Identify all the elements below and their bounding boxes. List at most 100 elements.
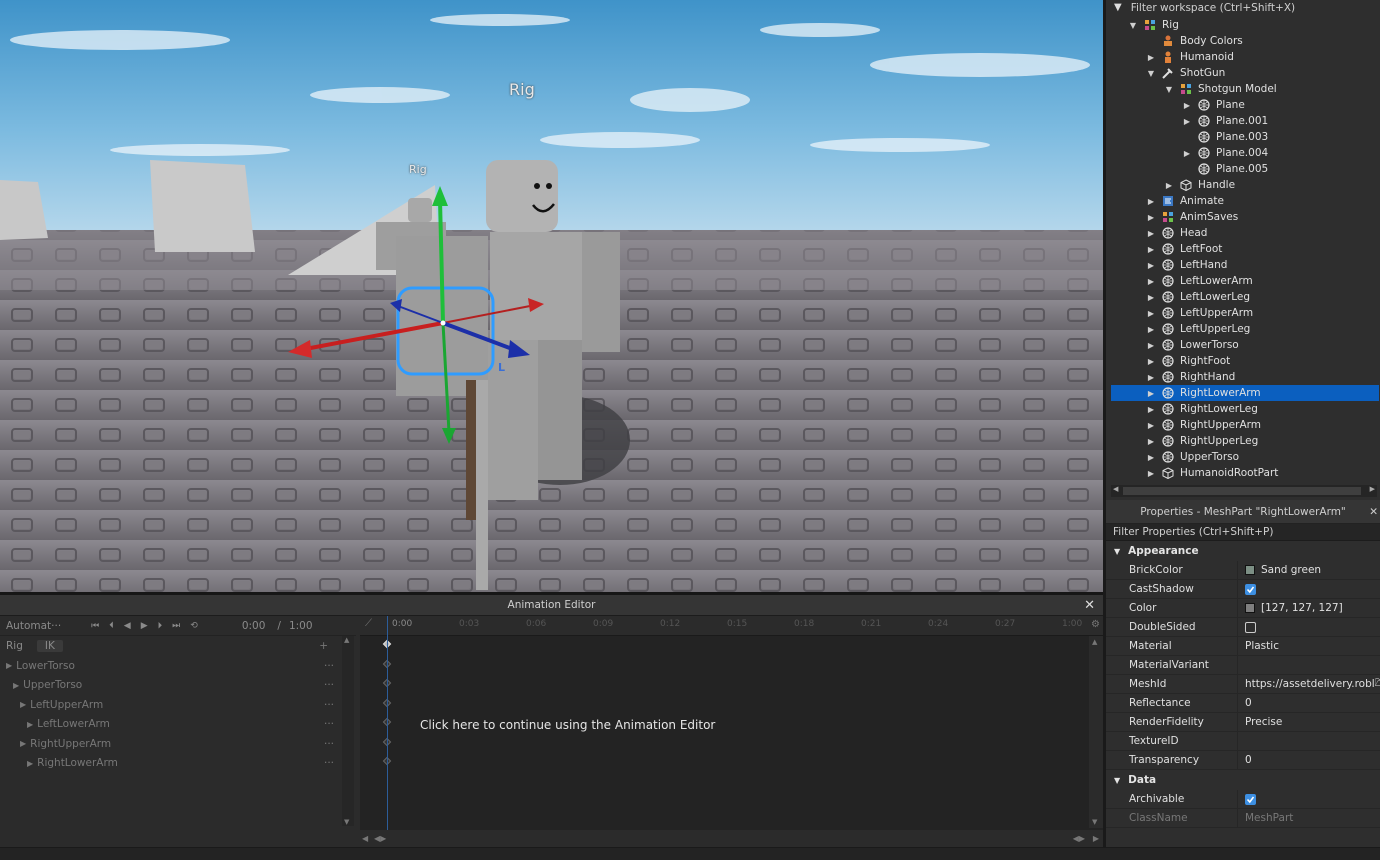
- chevron-right-icon[interactable]: ▶: [1164, 181, 1174, 190]
- property-checkbox[interactable]: [1245, 793, 1256, 805]
- explorer-item[interactable]: ▶ LeftUpperArm: [1106, 305, 1380, 321]
- continue-editor-message[interactable]: Click here to continue using the Animati…: [420, 718, 715, 732]
- property-value[interactable]: [1238, 790, 1380, 808]
- step-forward-icon[interactable]: ⏵: [158, 621, 163, 631]
- viewport-scene[interactable]: [0, 0, 1103, 592]
- scroll-up-icon[interactable]: ▲: [344, 636, 349, 644]
- skip-to-end-icon[interactable]: ⏭: [172, 621, 180, 631]
- loop-icon[interactable]: ⟲: [190, 621, 198, 631]
- chevron-right-icon[interactable]: ▶: [6, 661, 12, 670]
- property-row[interactable]: MaterialVariant: [1106, 656, 1380, 675]
- scroll-up-icon[interactable]: ▲: [1092, 638, 1097, 646]
- chevron-right-icon[interactable]: ▶: [1146, 261, 1156, 270]
- chevron-right-icon[interactable]: ▶: [1182, 149, 1192, 158]
- color-swatch[interactable]: [1245, 565, 1255, 575]
- chevron-right-icon[interactable]: ▶: [1146, 325, 1156, 334]
- explorer-item[interactable]: ▶ LowerTorso: [1106, 337, 1380, 353]
- chevron-right-icon[interactable]: ▶: [1146, 357, 1156, 366]
- explorer-item[interactable]: ▶ AnimSaves: [1106, 209, 1380, 225]
- filter-icon[interactable]: ▼: [1114, 2, 1122, 13]
- section-appearance[interactable]: ▼ Appearance: [1106, 541, 1380, 561]
- chevron-right-icon[interactable]: ▶: [1146, 293, 1156, 302]
- property-row[interactable]: BrickColor Sand green: [1106, 561, 1380, 580]
- timeline-ruler[interactable]: ⟋ 0:00 0:03 0:06 0:09 0:12 0:15 0:18 0:21 0:24 0:…: [360, 616, 1103, 636]
- track-list-scrollbar[interactable]: ▲ ▼: [342, 636, 354, 826]
- property-row[interactable]: Color [127, 127, 127]: [1106, 599, 1380, 618]
- explorer-item[interactable]: ▶ Head: [1106, 225, 1380, 241]
- scroll-left-icon[interactable]: ◀: [1113, 485, 1118, 493]
- add-track-button[interactable]: +: [319, 640, 328, 652]
- chevron-right-icon[interactable]: ▶: [1146, 453, 1156, 462]
- more-icon[interactable]: ···: [324, 738, 334, 750]
- explorer-item[interactable]: Body Colors: [1106, 33, 1380, 49]
- property-row[interactable]: Transparency 0: [1106, 751, 1380, 770]
- collapse-icon[interactable]: ▼: [1114, 547, 1120, 556]
- explorer-item[interactable]: ▼ Rig: [1106, 17, 1380, 33]
- property-value[interactable]: [1238, 656, 1380, 674]
- property-row[interactable]: DoubleSided: [1106, 618, 1380, 637]
- zoom-handle-icon[interactable]: ◀▶: [1073, 834, 1085, 843]
- property-row[interactable]: TextureID: [1106, 732, 1380, 751]
- property-checkbox[interactable]: [1245, 621, 1256, 633]
- chevron-right-icon[interactable]: ▶: [13, 681, 19, 690]
- total-time[interactable]: 1:00: [289, 620, 313, 632]
- explorer-item[interactable]: ▶ Plane.001: [1106, 113, 1380, 129]
- properties-filter[interactable]: Filter Properties (Ctrl+Shift+P): [1106, 524, 1380, 541]
- track-row[interactable]: ▶ RightUpperArm ···: [0, 734, 340, 754]
- more-icon[interactable]: ···: [324, 718, 334, 730]
- chevron-right-icon[interactable]: ▶: [1146, 277, 1156, 286]
- property-value[interactable]: Sand green: [1238, 561, 1380, 579]
- explorer-item[interactable]: ▶ RightUpperArm: [1106, 417, 1380, 433]
- track-row[interactable]: ▶ LowerTorso ···: [0, 656, 340, 676]
- explorer-item[interactable]: ▶ LeftLowerArm: [1106, 273, 1380, 289]
- track-row[interactable]: ▶ LeftUpperArm ···: [0, 695, 340, 715]
- property-row[interactable]: Material Plastic: [1106, 637, 1380, 656]
- property-value[interactable]: Plastic: [1238, 637, 1380, 655]
- ik-button[interactable]: IK: [36, 640, 63, 652]
- property-value[interactable]: https://assetdelivery.robl🗁: [1238, 675, 1380, 693]
- chevron-right-icon[interactable]: ▶: [1146, 53, 1156, 62]
- chevron-right-icon[interactable]: ▶: [27, 759, 33, 768]
- 3d-viewport[interactable]: Rig Rig L: [0, 0, 1103, 592]
- explorer-item[interactable]: ▶ Animate: [1106, 193, 1380, 209]
- property-value[interactable]: [127, 127, 127]: [1238, 599, 1380, 617]
- explorer-filter[interactable]: ▼ Filter workspace (Ctrl+Shift+X): [1106, 0, 1380, 15]
- explorer-item[interactable]: ▶ LeftLowerLeg: [1106, 289, 1380, 305]
- property-row[interactable]: Archivable: [1106, 790, 1380, 809]
- explorer-item[interactable]: ▶ RightUpperLeg: [1106, 433, 1380, 449]
- scroll-right-icon[interactable]: ▶: [1370, 485, 1375, 493]
- explorer-horizontal-scrollbar[interactable]: ◀ ▶: [1111, 485, 1377, 497]
- more-icon[interactable]: ···: [324, 660, 334, 672]
- explorer-item[interactable]: ▼ Shotgun Model: [1106, 81, 1380, 97]
- property-checkbox[interactable]: [1245, 583, 1256, 595]
- property-value[interactable]: 0: [1238, 751, 1380, 769]
- play-backward-icon[interactable]: ◀: [124, 621, 131, 631]
- step-back-icon[interactable]: ⏴: [109, 621, 114, 631]
- chevron-right-icon[interactable]: ▶: [20, 739, 26, 748]
- timeline-vertical-scrollbar[interactable]: ▲ ▼: [1089, 636, 1103, 828]
- chevron-right-icon[interactable]: ▶: [1146, 213, 1156, 222]
- close-icon[interactable]: ✕: [1369, 506, 1378, 518]
- scroll-down-icon[interactable]: ▼: [344, 818, 349, 826]
- chevron-down-icon[interactable]: ▼: [1164, 85, 1174, 94]
- track-row[interactable]: ▶ LeftLowerArm ···: [0, 715, 340, 735]
- chevron-right-icon[interactable]: ▶: [1146, 229, 1156, 238]
- curve-editor-icon[interactable]: ⟋: [365, 618, 372, 629]
- play-icon[interactable]: ▶: [141, 621, 148, 631]
- color-swatch[interactable]: [1245, 603, 1255, 613]
- chevron-right-icon[interactable]: ▶: [1146, 469, 1156, 478]
- playhead[interactable]: [387, 616, 388, 847]
- scrollbar-thumb[interactable]: [1123, 487, 1361, 495]
- chevron-down-icon[interactable]: ▼: [1128, 21, 1138, 30]
- property-row[interactable]: CastShadow: [1106, 580, 1380, 599]
- chevron-right-icon[interactable]: ▶: [1182, 117, 1192, 126]
- chevron-right-icon[interactable]: ▶: [20, 700, 26, 709]
- property-row[interactable]: RenderFidelity Precise: [1106, 713, 1380, 732]
- property-row[interactable]: Reflectance 0: [1106, 694, 1380, 713]
- zoom-handle-icon[interactable]: ◀▶: [374, 834, 386, 843]
- current-time[interactable]: 0:00: [242, 620, 266, 632]
- explorer-item[interactable]: ▶ LeftFoot: [1106, 241, 1380, 257]
- chevron-down-icon[interactable]: ▼: [1146, 69, 1156, 78]
- scroll-left-icon[interactable]: ◀: [362, 834, 368, 843]
- chevron-right-icon[interactable]: ▶: [1146, 421, 1156, 430]
